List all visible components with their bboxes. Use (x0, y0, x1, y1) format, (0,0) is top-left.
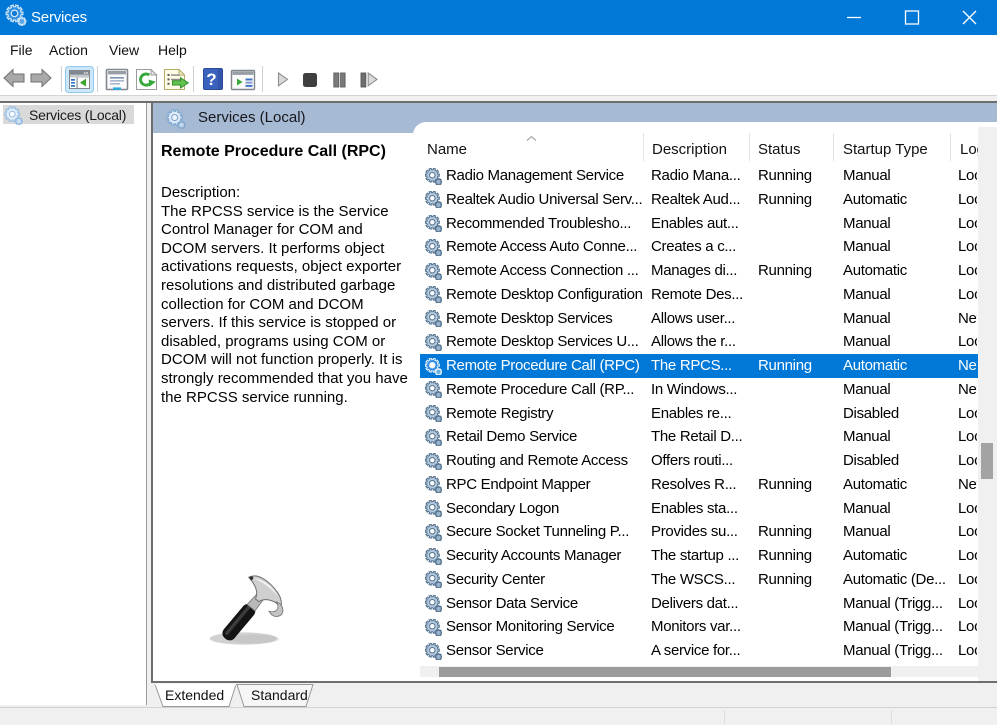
svg-text:?: ? (206, 70, 216, 89)
